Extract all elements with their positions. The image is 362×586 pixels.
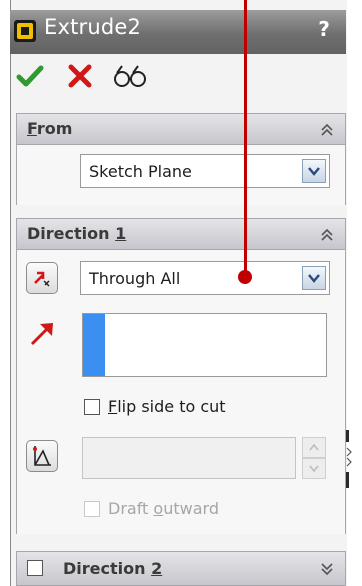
from-section-header[interactable]: From xyxy=(16,113,346,145)
direction2-checkbox[interactable] xyxy=(27,560,43,576)
end-condition-dropdown-button[interactable] xyxy=(302,266,326,290)
draft-spin-down[interactable] xyxy=(302,458,326,479)
help-button[interactable]: ? xyxy=(310,14,338,44)
from-dropdown-button[interactable] xyxy=(302,159,326,183)
end-condition-value: Through All xyxy=(89,269,181,288)
splitter-grip-icon[interactable] xyxy=(345,444,355,470)
extrude-feature-icon xyxy=(14,20,36,42)
chevron-double-down-icon[interactable] xyxy=(319,561,335,577)
panel-edge xyxy=(346,430,349,442)
draft-toggle-button[interactable] xyxy=(26,440,58,472)
chevron-up-icon[interactable] xyxy=(319,122,335,138)
from-select-value: Sketch Plane xyxy=(89,162,192,181)
direction2-section-title: Direction 2 xyxy=(63,559,163,578)
direction-arrow-icon xyxy=(30,323,53,346)
glasses-icon[interactable] xyxy=(112,62,148,90)
draft-angle-icon xyxy=(33,446,51,466)
chevron-down-icon xyxy=(308,167,320,176)
chevron-up-icon[interactable] xyxy=(319,227,335,243)
spin-up-icon xyxy=(309,443,319,451)
end-condition-select[interactable]: Through All xyxy=(80,261,330,295)
annotation-dot xyxy=(238,270,252,284)
from-section-title: From xyxy=(27,119,73,138)
check-icon[interactable] xyxy=(16,62,44,90)
from-select[interactable]: Sketch Plane xyxy=(80,154,330,188)
draft-angle-input[interactable] xyxy=(82,437,296,479)
direction2-section-header[interactable]: Direction 2 xyxy=(16,551,346,586)
flip-side-label: Flip side to cut xyxy=(108,397,226,416)
flip-side-checkbox[interactable] xyxy=(84,399,100,415)
panel-edge xyxy=(346,472,349,488)
draft-spin-up[interactable] xyxy=(302,437,326,458)
reverse-direction-button[interactable] xyxy=(26,262,58,294)
direction1-section-header[interactable]: Direction 1 xyxy=(16,218,346,250)
reverse-direction-icon xyxy=(34,271,50,287)
direction-reference-list[interactable] xyxy=(82,313,327,377)
chevron-down-icon xyxy=(308,274,320,283)
draft-outward-label: Draft outward xyxy=(108,499,219,518)
panel-title: Extrude2 xyxy=(44,15,142,39)
draft-outward-checkbox[interactable] xyxy=(84,501,100,517)
selection-highlight xyxy=(83,314,105,376)
spin-down-icon xyxy=(309,465,319,473)
direction1-section-title: Direction 1 xyxy=(27,224,127,243)
x-icon[interactable] xyxy=(66,62,94,90)
annotation-line xyxy=(244,0,247,274)
